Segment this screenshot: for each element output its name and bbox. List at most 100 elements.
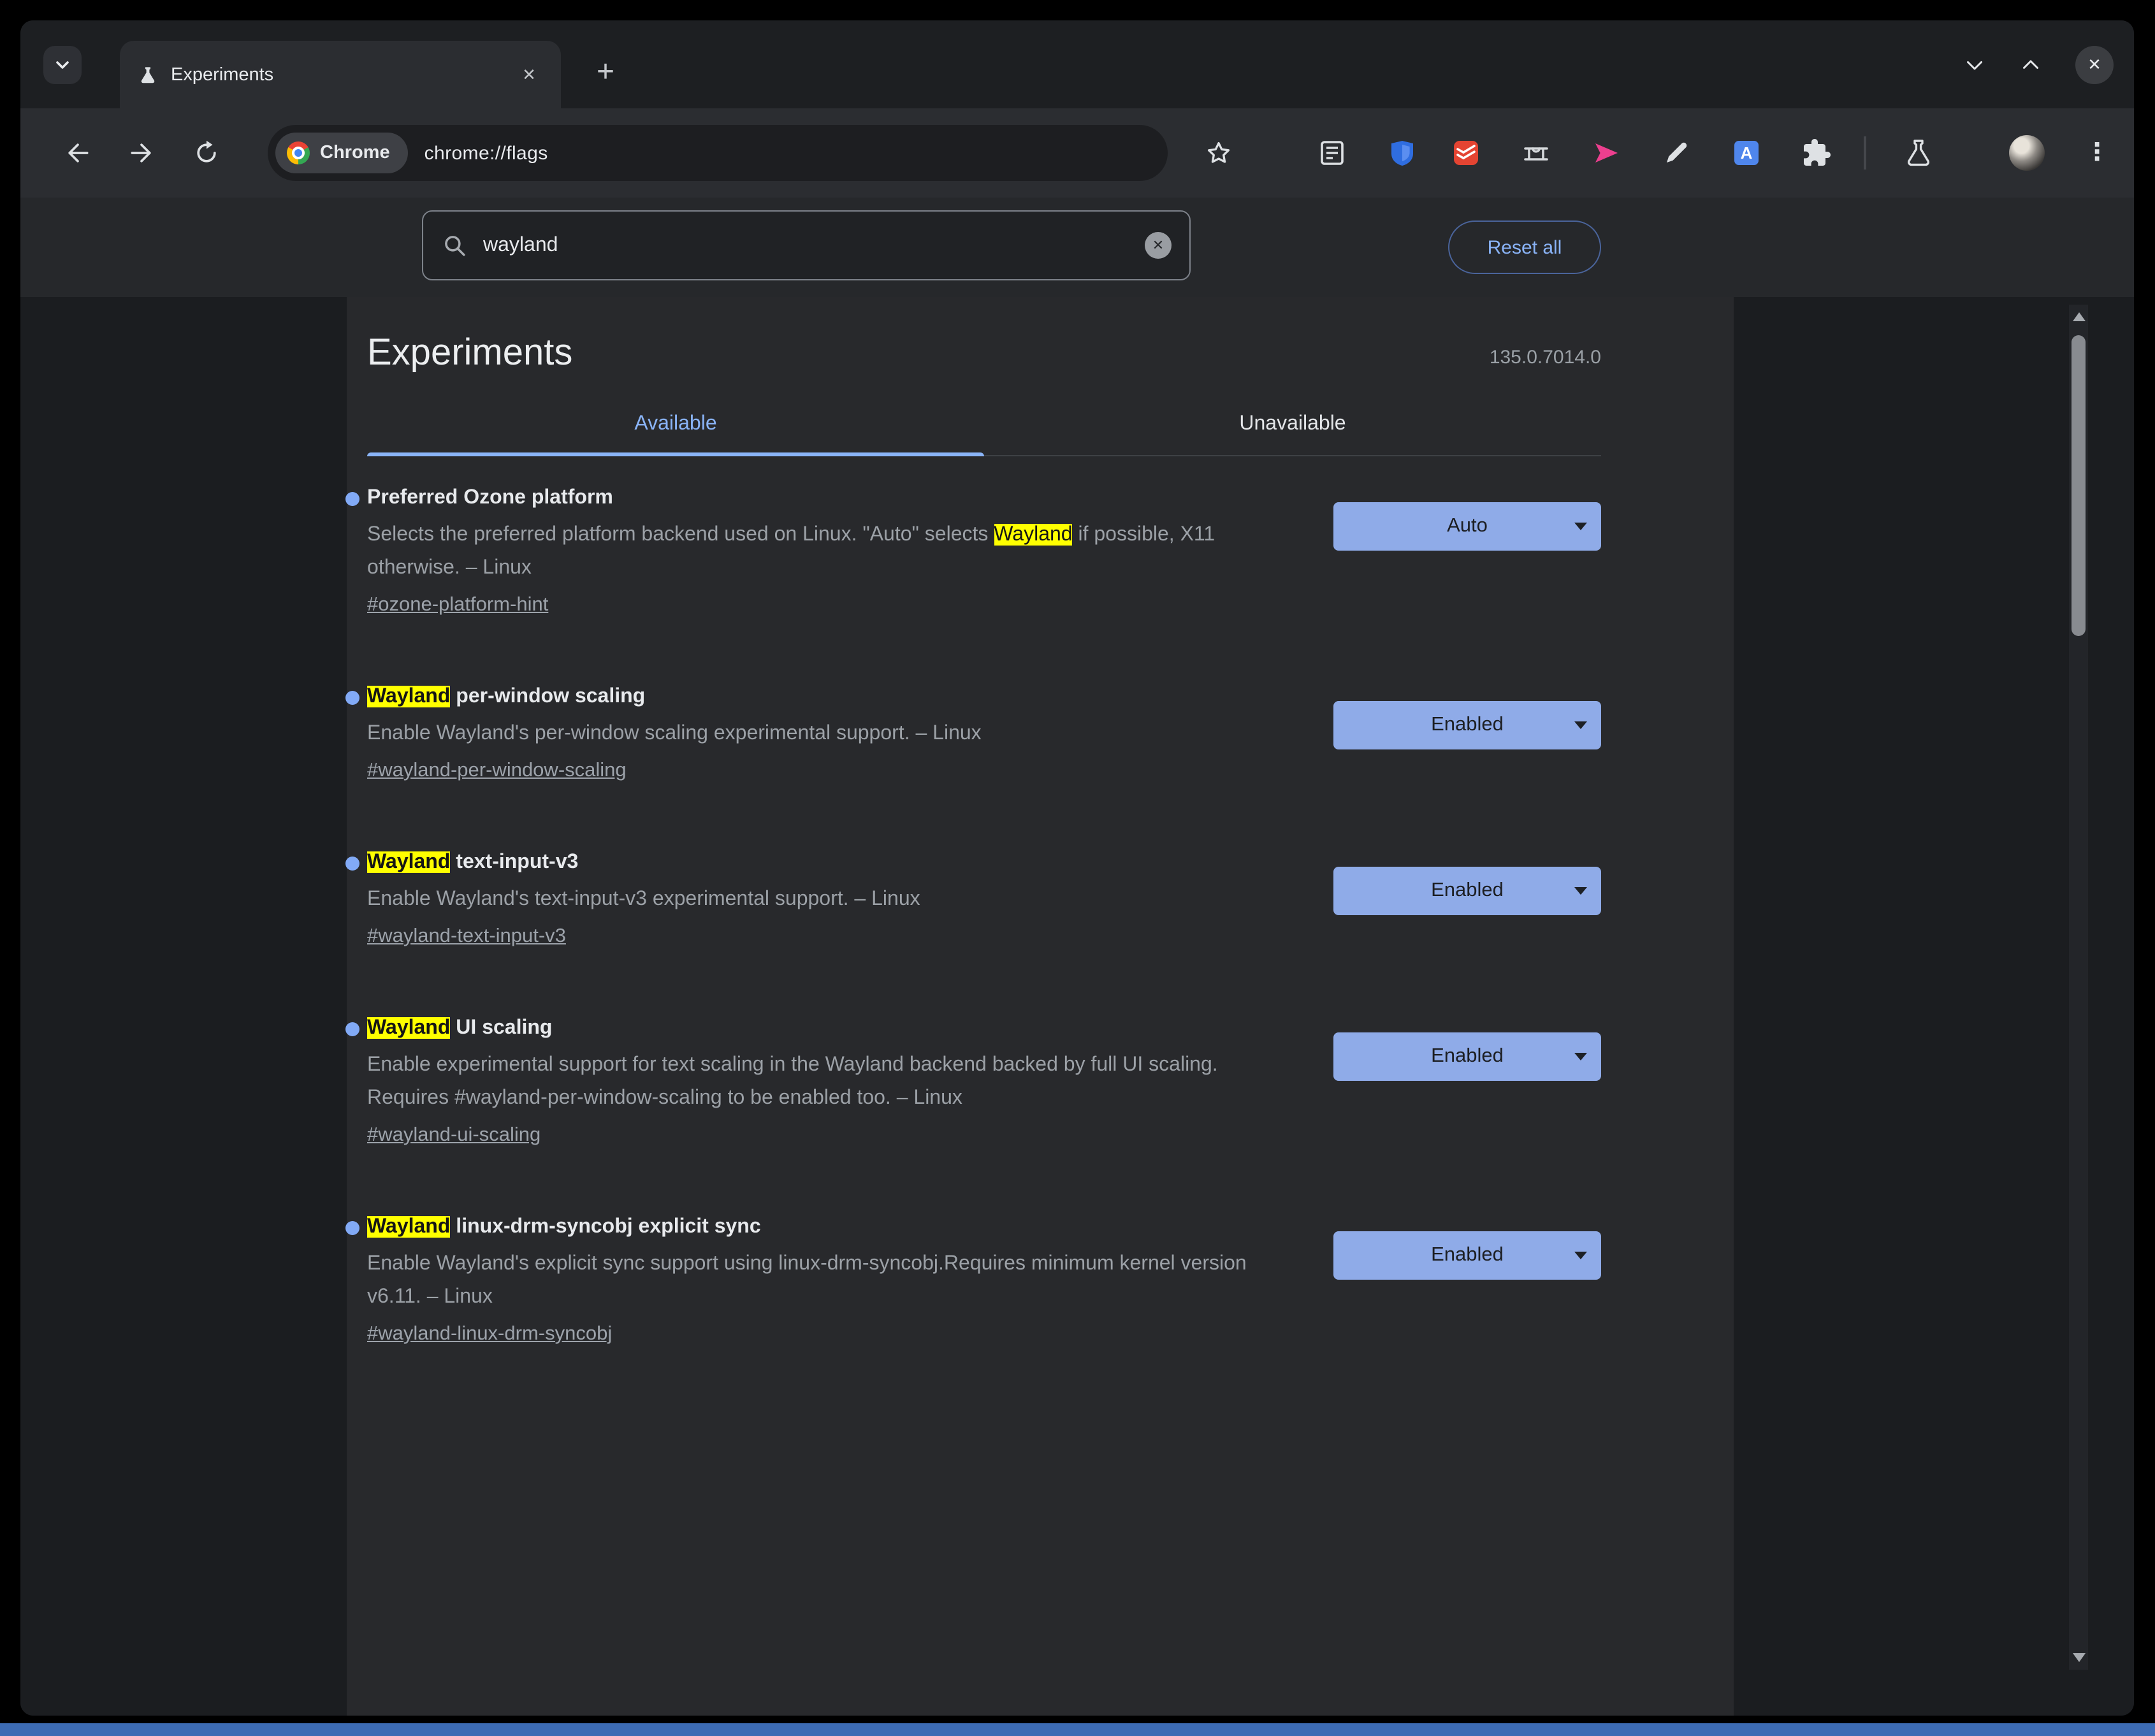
flag-title-text: linux-drm-syncobj explicit sync: [450, 1216, 761, 1238]
flag-desc-text: Enable experimental support for text sca…: [367, 1054, 1218, 1109]
reload-button[interactable]: [192, 139, 221, 167]
back-button[interactable]: [64, 139, 92, 167]
bitwarden-extension-icon[interactable]: [1387, 138, 1418, 168]
flag-title: Wayland linux-drm-syncobj explicit sync: [345, 1216, 1298, 1239]
flag-row-wayland-text-input-v3: Wayland text-input-v3 Enable Wayland's t…: [345, 851, 1601, 948]
flag-value-select[interactable]: Enabled: [1333, 867, 1601, 915]
profile-avatar[interactable]: [2009, 135, 2045, 171]
flag-value-label: Enabled: [1431, 1244, 1504, 1266]
svg-text:A: A: [1741, 143, 1753, 163]
flag-title-text: UI scaling: [450, 1017, 553, 1039]
translate-extension-icon[interactable]: A: [1731, 138, 1762, 168]
new-tab-button[interactable]: +: [584, 51, 627, 94]
flags-tab-bar: Available Unavailable: [367, 413, 1601, 456]
flag-permalink[interactable]: #wayland-per-window-scaling: [367, 760, 627, 783]
chevron-down-icon: [1574, 1252, 1587, 1259]
tab-search-button[interactable]: [43, 46, 82, 84]
clear-search-icon[interactable]: ✕: [1145, 232, 1172, 259]
flag-value-select[interactable]: Enabled: [1333, 701, 1601, 749]
reading-list-extension-icon[interactable]: [1317, 138, 1347, 168]
flags-search-header: ✕ Reset all: [20, 198, 2134, 297]
flag-value-label: Enabled: [1431, 714, 1504, 735]
experiment-dot-icon: [345, 1221, 359, 1235]
flag-desc-text: Enable Wayland's explicit sync support u…: [367, 1253, 1247, 1308]
flag-value-select[interactable]: Enabled: [1333, 1032, 1601, 1081]
scrollbar-up-arrow-icon[interactable]: [2072, 312, 2085, 321]
flag-title: Wayland text-input-v3: [345, 851, 1298, 874]
flag-description: Enable Wayland's explicit sync support u…: [367, 1248, 1298, 1314]
address-bar[interactable]: Chrome chrome://flags: [268, 125, 1168, 181]
chevron-down-icon: [1574, 1053, 1587, 1060]
tab-available[interactable]: Available: [367, 413, 984, 456]
desktop: Experiments ✕ + ✕ Chrome chrome://flags …: [0, 0, 2155, 1736]
tab-unavailable[interactable]: Unavailable: [984, 413, 1601, 455]
flag-value-select[interactable]: Auto: [1333, 502, 1601, 551]
experiment-dot-icon: [345, 691, 359, 705]
flag-title-text: Preferred Ozone platform: [367, 487, 613, 509]
extensions-puzzle-icon[interactable]: [1801, 138, 1832, 168]
flag-description: Enable experimental support for text sca…: [367, 1049, 1298, 1115]
site-info-chip[interactable]: Chrome: [275, 133, 408, 173]
browser-window: Experiments ✕ + ✕ Chrome chrome://flags …: [20, 20, 2134, 1716]
tab-strip: Experiments ✕ + ✕: [20, 20, 2134, 108]
flag-value-label: Enabled: [1431, 879, 1504, 901]
url-text: chrome://flags: [424, 142, 548, 164]
experiment-dot-icon: [345, 1022, 359, 1036]
window-minimize-chevron-down-icon[interactable]: [1963, 53, 1986, 76]
flask-icon: [138, 64, 158, 85]
site-chip-label: Chrome: [320, 143, 390, 163]
chevron-down-icon: [1574, 887, 1587, 895]
flag-row-wayland-ui-scaling: Wayland UI scaling Enable experimental s…: [345, 1017, 1601, 1147]
window-close-button[interactable]: ✕: [2075, 45, 2114, 83]
window-controls: ✕: [1963, 20, 2114, 108]
flag-value-select[interactable]: Enabled: [1333, 1231, 1601, 1280]
toolbar-separator: [1864, 136, 1866, 170]
reset-all-button[interactable]: Reset all: [1448, 221, 1601, 274]
flag-desc-text: Enable Wayland's text-input-v3 experimen…: [367, 888, 920, 910]
flags-search-input[interactable]: [483, 234, 1129, 257]
flag-permalink[interactable]: #ozone-platform-hint: [367, 594, 548, 617]
flags-page: ✕ Reset all Experiments 135.0.7014.0 Ava…: [20, 198, 2134, 1716]
flag-title-highlight: Wayland: [367, 686, 451, 707]
avatar-image: [2009, 135, 2045, 171]
browser-tab-experiments[interactable]: Experiments ✕: [120, 41, 561, 108]
flags-search-box[interactable]: ✕: [422, 210, 1191, 280]
chrome-labs-flask-icon[interactable]: [1903, 138, 1934, 168]
flag-title-highlight: Wayland: [367, 851, 451, 873]
window-maximize-chevron-up-icon[interactable]: [2019, 53, 2042, 76]
chrome-logo-icon: [287, 141, 310, 164]
flag-title-text: text-input-v3: [450, 851, 579, 873]
menu-kebab-icon[interactable]: ⋮: [2085, 138, 2109, 168]
flag-permalink[interactable]: #wayland-ui-scaling: [367, 1124, 541, 1147]
chrome-version: 135.0.7014.0: [1489, 347, 1601, 368]
page-title: Experiments: [367, 333, 573, 373]
todoist-extension-icon[interactable]: [1451, 138, 1481, 168]
chevron-down-icon: [1574, 721, 1587, 729]
search-icon: [441, 232, 468, 259]
flag-row-ozone-platform-hint: Preferred Ozone platform Selects the pre…: [345, 487, 1601, 617]
scrollbar-down-arrow-icon[interactable]: [2072, 1653, 2085, 1662]
flag-title-text: per-window scaling: [450, 686, 646, 707]
flag-title-highlight: Wayland: [367, 1216, 451, 1238]
scrollbar-thumb[interactable]: [2072, 335, 2086, 636]
forward-button[interactable]: [127, 139, 156, 167]
eyedropper-extension-icon[interactable]: [1661, 138, 1692, 168]
flag-permalink[interactable]: #wayland-linux-drm-syncobj: [367, 1323, 612, 1346]
page-scrollbar[interactable]: [2069, 305, 2088, 1670]
flag-title-highlight: Wayland: [367, 1017, 451, 1039]
flag-desc-highlight: Wayland: [994, 524, 1073, 546]
pink-arrow-extension-icon[interactable]: [1591, 138, 1622, 168]
flag-row-wayland-per-window-scaling: Wayland per-window scaling Enable Waylan…: [345, 686, 1601, 783]
bridge-extension-icon[interactable]: [1521, 138, 1551, 168]
experiment-dot-icon: [345, 492, 359, 506]
browser-toolbar: Chrome chrome://flags A ⋮: [20, 108, 2134, 198]
tab-title: Experiments: [171, 64, 274, 85]
chevron-down-icon: [54, 56, 71, 74]
chevron-down-icon: [1574, 523, 1587, 530]
flag-row-wayland-linux-drm-syncobj: Wayland linux-drm-syncobj explicit sync …: [345, 1216, 1601, 1346]
flag-value-label: Enabled: [1431, 1045, 1504, 1067]
bookmark-star-icon[interactable]: [1205, 139, 1233, 167]
flag-title: Preferred Ozone platform: [345, 487, 1298, 510]
tab-close-icon[interactable]: ✕: [515, 61, 543, 89]
flag-permalink[interactable]: #wayland-text-input-v3: [367, 925, 566, 948]
